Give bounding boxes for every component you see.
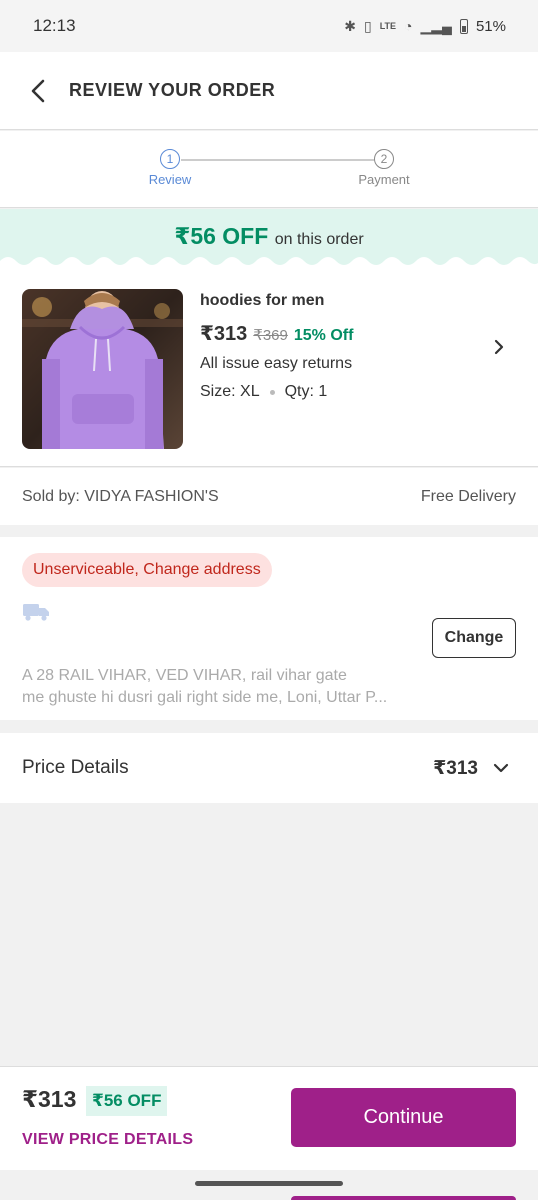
change-address-button[interactable]: Change — [432, 618, 516, 658]
back-arrow-icon — [31, 79, 45, 102]
unserviceable-badge[interactable]: Unserviceable, Change address — [22, 553, 272, 587]
address-line-2: me ghuste hi dusri gali right side me, L… — [22, 689, 388, 706]
price-details-amount: ₹313 — [433, 757, 478, 779]
address-line-1: A 28 RAIL VIHAR, VED VIHAR, rail vihar g… — [22, 667, 347, 684]
gesture-nav-handle[interactable] — [195, 1181, 343, 1186]
offer-banner: ₹56 OFF on this order — [0, 209, 538, 269]
price-details-label: Price Details — [22, 757, 129, 778]
volte-icon: LTE — [379, 21, 397, 31]
price-details-summary: ₹313 — [433, 757, 516, 780]
continue-button[interactable]: Continue — [291, 1088, 516, 1147]
step-number: 2 — [374, 149, 394, 169]
product-info: hoodies for men ₹313 ₹369 15% Off All is… — [200, 292, 353, 401]
returns-policy: All issue easy returns — [200, 355, 353, 372]
price-details-row[interactable]: Price Details ₹313 — [0, 733, 538, 803]
offer-caption: on this order — [274, 231, 364, 248]
page-header: REVIEW YOUR ORDER — [0, 52, 538, 130]
vibrate-icon: ▯ — [363, 17, 372, 34]
chevron-right-icon[interactable] — [490, 338, 508, 356]
status-time: 12:13 — [33, 16, 76, 35]
view-price-details-link[interactable]: VIEW PRICE DETAILS — [22, 1131, 193, 1149]
stepper-line — [181, 159, 374, 161]
seller-name: Sold by: VIDYA FASHION'S — [22, 487, 219, 505]
step-number: 1 — [160, 149, 180, 169]
price-row: ₹313 ₹369 15% Off — [200, 321, 353, 346]
continue-button-shadow — [291, 1196, 516, 1200]
step-payment: 2 Payment — [354, 149, 414, 187]
product-qty: Qty: 1 — [284, 383, 328, 400]
truck-icon — [23, 604, 49, 621]
address-card: Unserviceable, Change address Change A 2… — [0, 537, 538, 720]
offer-amount: ₹56 OFF — [174, 223, 269, 249]
signal-icon: ▁▂▄ — [420, 17, 452, 34]
delivery-info: Free Delivery — [420, 487, 516, 505]
product-size: Size: XL — [200, 383, 260, 400]
seller-row: Sold by: VIDYA FASHION'S Free Delivery — [0, 468, 538, 525]
battery-level: 51% — [475, 17, 506, 35]
offer-text: ₹56 OFF on this order — [0, 223, 538, 250]
product-mrp: ₹369 — [253, 327, 288, 344]
product-price: ₹313 — [200, 323, 248, 345]
chevron-down-icon[interactable] — [492, 759, 510, 777]
battery-icon — [459, 18, 468, 34]
separator-dot — [269, 389, 275, 395]
total-price: ₹313 — [22, 1086, 77, 1112]
status-icons: ✱ ▯ LTE ◔ ▁▂▄ 51% — [344, 18, 506, 35]
size-qty-row: Size: XL Qty: 1 — [200, 383, 353, 401]
savings-badge: ₹56 OFF — [86, 1086, 168, 1116]
hoodie-image — [22, 291, 183, 449]
back-button[interactable] — [8, 52, 68, 130]
step-review: 1 Review — [140, 149, 200, 187]
bluetooth-icon: ✱ — [344, 17, 356, 34]
product-image — [22, 289, 183, 449]
delivery-address: A 28 RAIL VIHAR, VED VIHAR, rail vihar g… — [22, 665, 422, 709]
product-card[interactable]: hoodies for men ₹313 ₹369 15% Off All is… — [0, 269, 538, 467]
product-name: hoodies for men — [200, 292, 325, 309]
step-label: Payment — [358, 172, 410, 187]
wave-decoration — [0, 257, 538, 269]
bottom-action-bar: ₹313 ₹56 OFF VIEW PRICE DETAILS Continue — [0, 1066, 538, 1170]
product-discount: 15% Off — [293, 327, 354, 344]
wifi-icon: ◔ — [404, 18, 413, 34]
checkout-stepper: 1 Review 2 Payment — [0, 131, 538, 208]
step-label: Review — [148, 172, 192, 187]
page-title: REVIEW YOUR ORDER — [69, 80, 276, 100]
status-bar: 12:13 ✱ ▯ LTE ◔ ▁▂▄ 51% — [0, 0, 538, 52]
